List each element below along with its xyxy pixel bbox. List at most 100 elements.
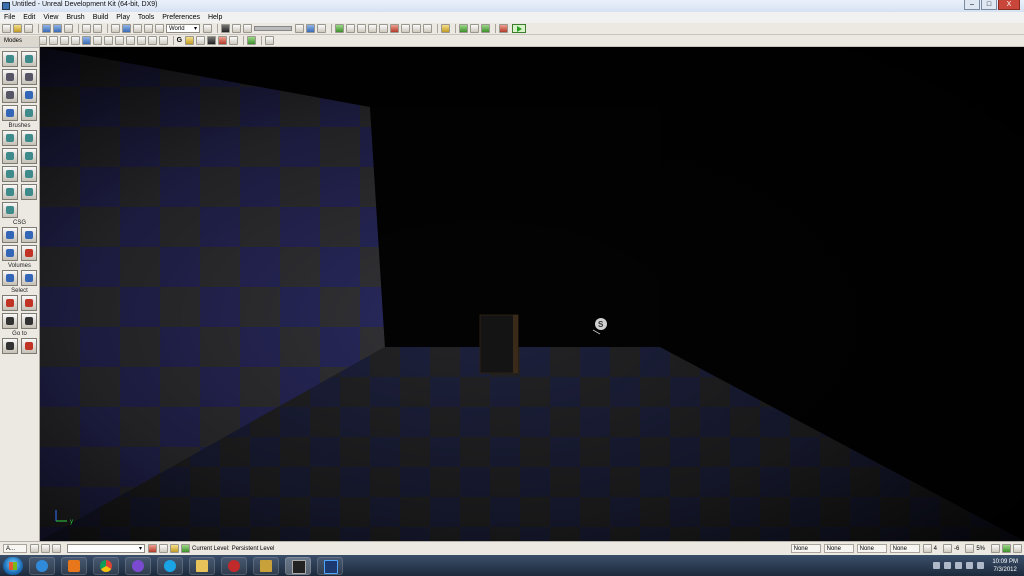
udk-icon[interactable] (285, 556, 311, 575)
panel-tab[interactable]: A... (3, 544, 27, 553)
menu-view[interactable]: View (39, 12, 62, 23)
cover-mode-icon[interactable] (21, 87, 37, 103)
tray-arrow-icon[interactable] (933, 562, 941, 569)
terrain-mode-icon[interactable] (2, 69, 18, 85)
csg-intersect-icon[interactable] (2, 245, 18, 261)
light-complexity-icon[interactable] (103, 36, 113, 45)
camera-speed-slider[interactable] (254, 26, 292, 31)
build-all-icon[interactable] (379, 24, 388, 33)
scale-snap-value[interactable]: 5% (976, 546, 985, 552)
tray-volume-icon[interactable] (966, 562, 974, 569)
realtime-preview-icon[interactable] (207, 36, 217, 45)
minimize-button[interactable]: – (964, 0, 980, 10)
dropdown-icon[interactable] (24, 24, 33, 33)
menu-play[interactable]: Play (112, 12, 134, 23)
matinee-icon[interactable] (221, 24, 230, 33)
photoshop-icon[interactable] (317, 556, 343, 575)
level-lock-icon[interactable] (170, 544, 179, 553)
drag-grid-icon[interactable] (148, 544, 157, 553)
lightmap-density-icon[interactable] (136, 36, 146, 45)
menu-file[interactable]: File (0, 12, 19, 23)
camera-mode-icon[interactable] (2, 51, 18, 67)
play-mobile-icon[interactable] (459, 24, 468, 33)
lighting-quality-icon[interactable] (401, 24, 410, 33)
command-input[interactable]: ▾ (67, 544, 145, 553)
coord-system-select[interactable]: World ▾ (166, 24, 200, 33)
menu-help[interactable]: Help (204, 12, 226, 23)
close-button[interactable]: X (998, 0, 1020, 10)
options-icon[interactable] (423, 24, 432, 33)
save-icon[interactable] (42, 24, 51, 33)
geometry-mode-icon[interactable] (21, 51, 37, 67)
translate-icon[interactable] (122, 24, 131, 33)
texture-density-icon[interactable] (114, 36, 124, 45)
grid-snap-icon[interactable] (922, 544, 932, 553)
volumetric-brush-icon[interactable] (2, 202, 18, 218)
shader-complexity-icon[interactable] (125, 36, 135, 45)
rotation-snap-value[interactable]: -6 (954, 546, 959, 552)
maximize-button[interactable]: □ (981, 0, 997, 10)
tray-app-icon[interactable] (977, 562, 985, 569)
lock-icon[interactable] (317, 24, 326, 33)
reflections-icon[interactable] (158, 36, 168, 45)
menu-tools[interactable]: Tools (134, 12, 158, 23)
scale-icon[interactable] (144, 24, 153, 33)
rotation-snap-icon[interactable] (942, 544, 952, 553)
cone-brush-icon[interactable] (21, 130, 37, 146)
app-icon[interactable] (221, 556, 247, 575)
lit-lightmap-icon[interactable] (147, 36, 157, 45)
volume-list-icon[interactable] (21, 270, 37, 286)
start-button[interactable] (3, 556, 23, 575)
binoculars-icon[interactable] (203, 24, 212, 33)
browser-icon[interactable] (125, 556, 151, 575)
build-red-icon[interactable] (390, 24, 399, 33)
build-cover-icon[interactable] (368, 24, 377, 33)
chrome-icon[interactable] (93, 556, 119, 575)
vertex-snap-icon[interactable] (991, 544, 1000, 553)
content-browser-icon[interactable] (243, 24, 252, 33)
csg-subtract-icon[interactable] (21, 227, 37, 243)
camera-icon[interactable] (196, 36, 206, 45)
goto-builder-brush-icon[interactable] (21, 338, 37, 354)
grid-size-value[interactable]: 4 (934, 546, 937, 552)
show-all-icon[interactable] (21, 313, 37, 329)
clock[interactable]: 10:09 PM 7/3/2012 (992, 558, 1018, 574)
explorer-icon[interactable] (189, 556, 215, 575)
maximize-viewport-icon[interactable] (229, 36, 239, 45)
rotate-icon[interactable] (133, 24, 142, 33)
cube-brush-icon[interactable] (2, 130, 18, 146)
move-icon[interactable] (21, 69, 37, 85)
sphere-brush-icon[interactable] (21, 184, 37, 200)
media-player-icon[interactable] (61, 556, 87, 575)
spiral-stair-icon[interactable] (2, 184, 18, 200)
texture-mode-icon[interactable] (2, 87, 18, 103)
tray-network-icon[interactable] (955, 562, 963, 569)
new-icon[interactable] (2, 24, 11, 33)
linear-stair-icon[interactable] (2, 166, 18, 182)
internet-explorer-icon[interactable] (29, 556, 55, 575)
play-viewport-icon[interactable] (247, 36, 257, 45)
curved-stair-icon[interactable] (2, 148, 18, 164)
skype-icon[interactable] (157, 556, 183, 575)
add-volume-icon[interactable] (2, 270, 18, 286)
slider-end-icon[interactable] (295, 24, 304, 33)
goto-actor-icon[interactable] (2, 338, 18, 354)
play-console-icon[interactable] (481, 24, 490, 33)
autosave-icon[interactable] (1002, 544, 1011, 553)
redo-icon[interactable] (93, 24, 102, 33)
build-geometry-icon[interactable] (335, 24, 344, 33)
level-visibility-icon[interactable] (181, 544, 190, 553)
show-selected-icon[interactable] (2, 295, 18, 311)
brush-icon[interactable] (441, 24, 450, 33)
invert-selection-icon[interactable] (2, 313, 18, 329)
scale-snap-icon[interactable] (965, 544, 975, 553)
hide-selected-icon[interactable] (21, 295, 37, 311)
panel-close-icon[interactable] (52, 544, 61, 553)
undo-icon[interactable] (82, 24, 91, 33)
app-icon[interactable] (253, 556, 279, 575)
kismet-red-icon[interactable] (499, 24, 508, 33)
menu-edit[interactable]: Edit (19, 12, 39, 23)
play-in-editor-button[interactable] (512, 24, 526, 33)
foliage-icon[interactable] (21, 105, 37, 121)
menu-brush[interactable]: Brush (62, 12, 88, 23)
